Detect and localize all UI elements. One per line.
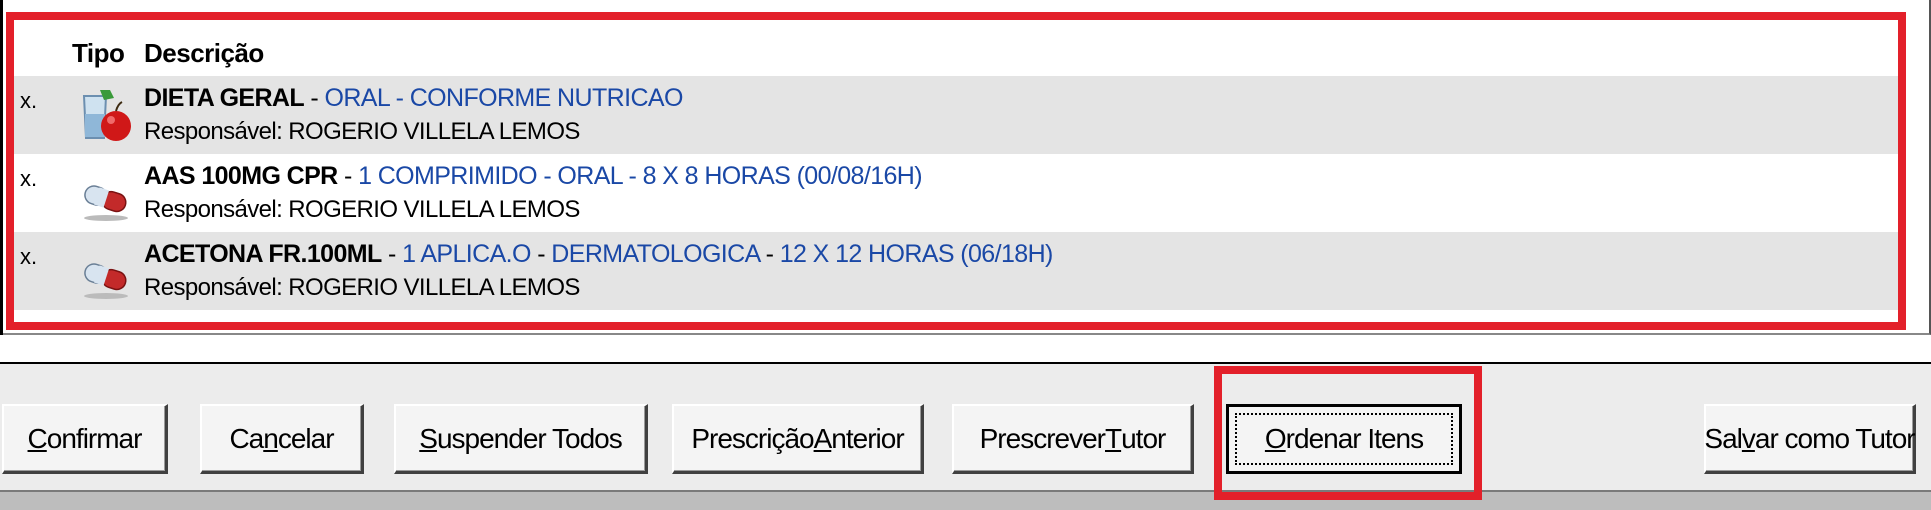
prescription-list-panel: Tipo Descrição x. DIETA GERAL - ORAL - C…: [0, 0, 1931, 335]
item-name: DIETA GERAL: [144, 84, 305, 112]
capsule-icon: [84, 185, 128, 221]
confirmar-button[interactable]: Confirmar: [2, 404, 168, 474]
item-dose: 1 COMPRIMIDO: [358, 162, 538, 190]
item-name: AAS 100MG CPR: [144, 162, 338, 190]
panel-left-edge: [0, 0, 3, 335]
action-button-bar: Confirmar Ca n celar Suspender Todos Presc…: [0, 362, 1931, 510]
item-route: ORAL: [557, 162, 623, 190]
item-description: DIETA GERAL - ORAL - CONFORME NUTRICAO: [144, 84, 684, 112]
prescricao-anterior-button[interactable]: Prescrição Anterior: [672, 404, 924, 474]
salvar-como-tutor-button[interactable]: Sal v ar como Tutor: [1704, 404, 1916, 474]
suspender-todos-button[interactable]: Suspender Todos: [394, 404, 648, 474]
item-route: DERMATOLOGICA: [551, 240, 760, 268]
ordenar-itens-button[interactable]: Ordenar Itens: [1226, 404, 1462, 474]
column-header-descricao[interactable]: Descrição: [144, 38, 264, 69]
item-dose: 1 APLICA.O: [402, 240, 531, 268]
cancelar-button[interactable]: Ca n celar: [200, 404, 364, 474]
prescription-row[interactable]: x. ACETONA FR.100ML - 1 APLICA.O - DERMA…: [14, 232, 1904, 310]
row-marker: x.: [20, 244, 38, 269]
item-responsible: Responsável: ROGERIO VILLELA LEMOS: [144, 274, 580, 301]
column-header-tipo[interactable]: Tipo: [72, 38, 125, 69]
list-header: Tipo Descrição: [14, 28, 1904, 76]
item-frequency: 12 X 12 HORAS (06/18H): [779, 240, 1054, 268]
prescription-row[interactable]: x. DIETA GERAL - ORAL - CONFORME NUTRICA…: [14, 76, 1904, 154]
prescription-row[interactable]: x. AAS 100MG CPR - 1 COMPRIMIDO - ORAL -…: [14, 154, 1904, 232]
item-frequency: 8 X 8 HORAS (00/08/16H): [642, 162, 923, 190]
row-marker: x.: [20, 88, 38, 113]
row-marker: x.: [20, 166, 38, 191]
item-description: ACETONA FR.100ML - 1 APLICA.O - DERMATOL…: [144, 240, 1054, 268]
diet-icon: [82, 90, 131, 141]
item-responsible: Responsável: ROGERIO VILLELA LEMOS: [144, 118, 580, 145]
item-route: ORAL: [324, 84, 390, 112]
item-description: AAS 100MG CPR - 1 COMPRIMIDO - ORAL - 8 …: [144, 162, 923, 190]
capsule-icon: [84, 263, 128, 299]
item-name: ACETONA FR.100ML: [144, 240, 382, 268]
item-detail: CONFORME NUTRICAO: [409, 84, 684, 112]
bottom-status-band: [0, 490, 1931, 510]
prescrever-tutor-button[interactable]: Prescrever Tutor: [952, 404, 1194, 474]
item-responsible: Responsável: ROGERIO VILLELA LEMOS: [144, 196, 580, 223]
